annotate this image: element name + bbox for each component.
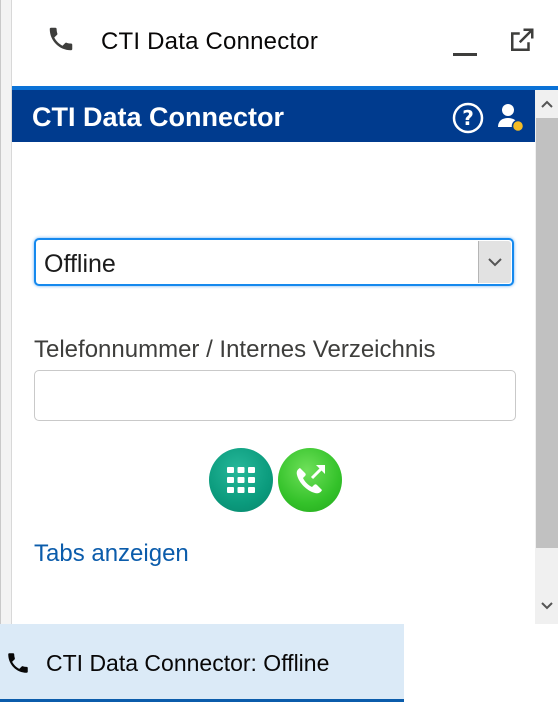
- window-left-edge: [1, 0, 12, 624]
- softphone-title: CTI Data Connector: [32, 102, 285, 132]
- dialpad-button[interactable]: [209, 448, 273, 512]
- softphone-panel: CTI Data Connector ? Offline Telefonnumm…: [12, 90, 535, 624]
- phone-icon: [49, 27, 73, 51]
- dialpad-icon: [227, 467, 255, 493]
- agent-status-icon[interactable]: [494, 101, 526, 133]
- minimize-icon: [453, 53, 477, 56]
- vertical-scrollbar[interactable]: [535, 90, 558, 624]
- utility-bar-tab[interactable]: CTI Data Connector: Offline: [0, 624, 404, 702]
- help-icon[interactable]: ?: [452, 102, 484, 134]
- status-select[interactable]: Offline: [34, 238, 514, 286]
- popout-icon[interactable]: [506, 26, 536, 56]
- phone-number-label: Telefonnummer / Internes Verzeichnis: [34, 336, 436, 363]
- call-icon: [296, 465, 325, 494]
- show-tabs-link[interactable]: Tabs anzeigen: [34, 540, 189, 568]
- select-arrow: [478, 241, 511, 283]
- softphone-window: CTI Data Connector CTI Data Connector ? …: [0, 0, 558, 624]
- chevron-down-icon: [488, 258, 502, 267]
- scroll-down-icon[interactable]: [535, 592, 558, 620]
- scroll-thumb[interactable]: [536, 118, 558, 548]
- utility-tab-label: CTI Data Connector: Offline: [46, 650, 330, 676]
- window-header: CTI Data Connector: [12, 0, 558, 86]
- scroll-up-icon[interactable]: [535, 90, 558, 118]
- phone-icon: [8, 653, 28, 673]
- minimize-button[interactable]: [450, 24, 480, 60]
- status-select-value: Offline: [44, 250, 116, 278]
- window-title: CTI Data Connector: [101, 28, 319, 55]
- svg-text:?: ?: [462, 106, 474, 130]
- softphone-header: CTI Data Connector ?: [12, 90, 535, 142]
- call-button[interactable]: [278, 448, 342, 512]
- phone-number-input[interactable]: [34, 370, 516, 421]
